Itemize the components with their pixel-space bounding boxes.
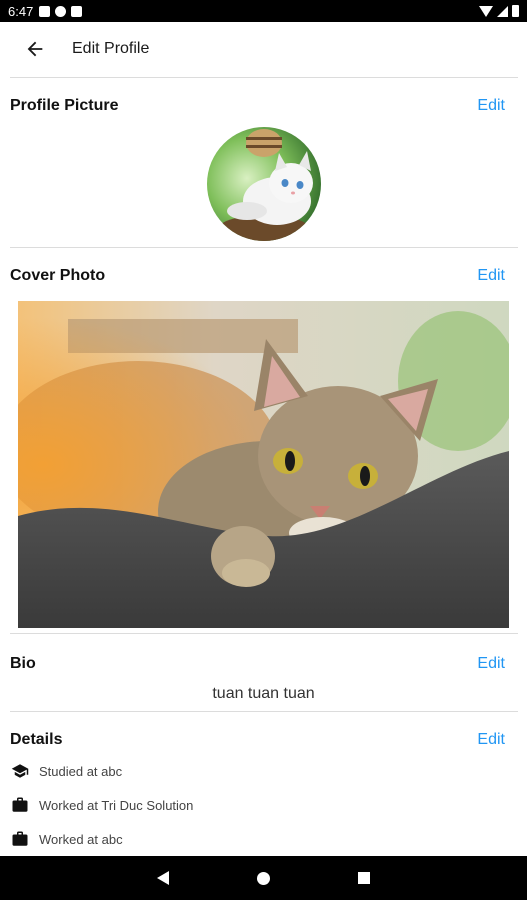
app-notification-icon [55, 5, 67, 17]
arrow-left-icon [27, 41, 43, 57]
detail-item: Worked at Tri Duc Solution [10, 795, 193, 815]
profile-picture-title: Profile Picture [10, 97, 119, 114]
cover-photo[interactable] [18, 301, 509, 628]
bio-text: tuan tuan tuan [212, 685, 315, 702]
system-nav-bar [0, 856, 527, 900]
nav-home-icon[interactable] [257, 871, 270, 885]
edit-bio-button[interactable]: Edit [477, 655, 505, 673]
details-title: Details [10, 731, 63, 748]
nav-recents-icon[interactable] [358, 872, 370, 884]
battery-icon [512, 5, 519, 17]
wifi-icon [479, 5, 493, 17]
divider [10, 247, 518, 248]
edit-details-button[interactable]: Edit [477, 731, 505, 749]
status-bar: 6:47 [0, 0, 527, 22]
detail-text: Worked at abc [39, 831, 123, 847]
cover-photo-title: Cover Photo [10, 267, 106, 284]
briefcase-icon [10, 829, 30, 849]
profile-picture[interactable] [207, 127, 321, 241]
edit-cover-photo-button[interactable]: Edit [477, 267, 505, 285]
detail-text: Studied at abc [39, 763, 123, 779]
edit-profile-screen: 6:47 Edit Profile Profile Picture Edit C… [0, 0, 527, 900]
divider [10, 77, 518, 78]
briefcase-icon [10, 795, 30, 815]
divider [10, 633, 518, 634]
page-title: Edit Profile [72, 40, 150, 57]
signal-icon [497, 5, 508, 17]
storage-icon [71, 5, 83, 17]
notification-icon [39, 5, 51, 17]
app-header: Edit Profile [0, 22, 527, 76]
detail-text: Worked at Tri Duc Solution [39, 797, 194, 813]
nav-back-icon[interactable] [157, 871, 169, 885]
detail-item: Studied at abc [10, 761, 122, 781]
bio-title: Bio [10, 655, 36, 672]
edit-profile-picture-button[interactable]: Edit [477, 97, 505, 115]
status-time: 6:47 [8, 3, 34, 19]
back-button[interactable] [20, 34, 50, 64]
graduation-cap-icon [10, 761, 30, 781]
divider [10, 711, 518, 712]
detail-item: Worked at abc [10, 829, 123, 849]
